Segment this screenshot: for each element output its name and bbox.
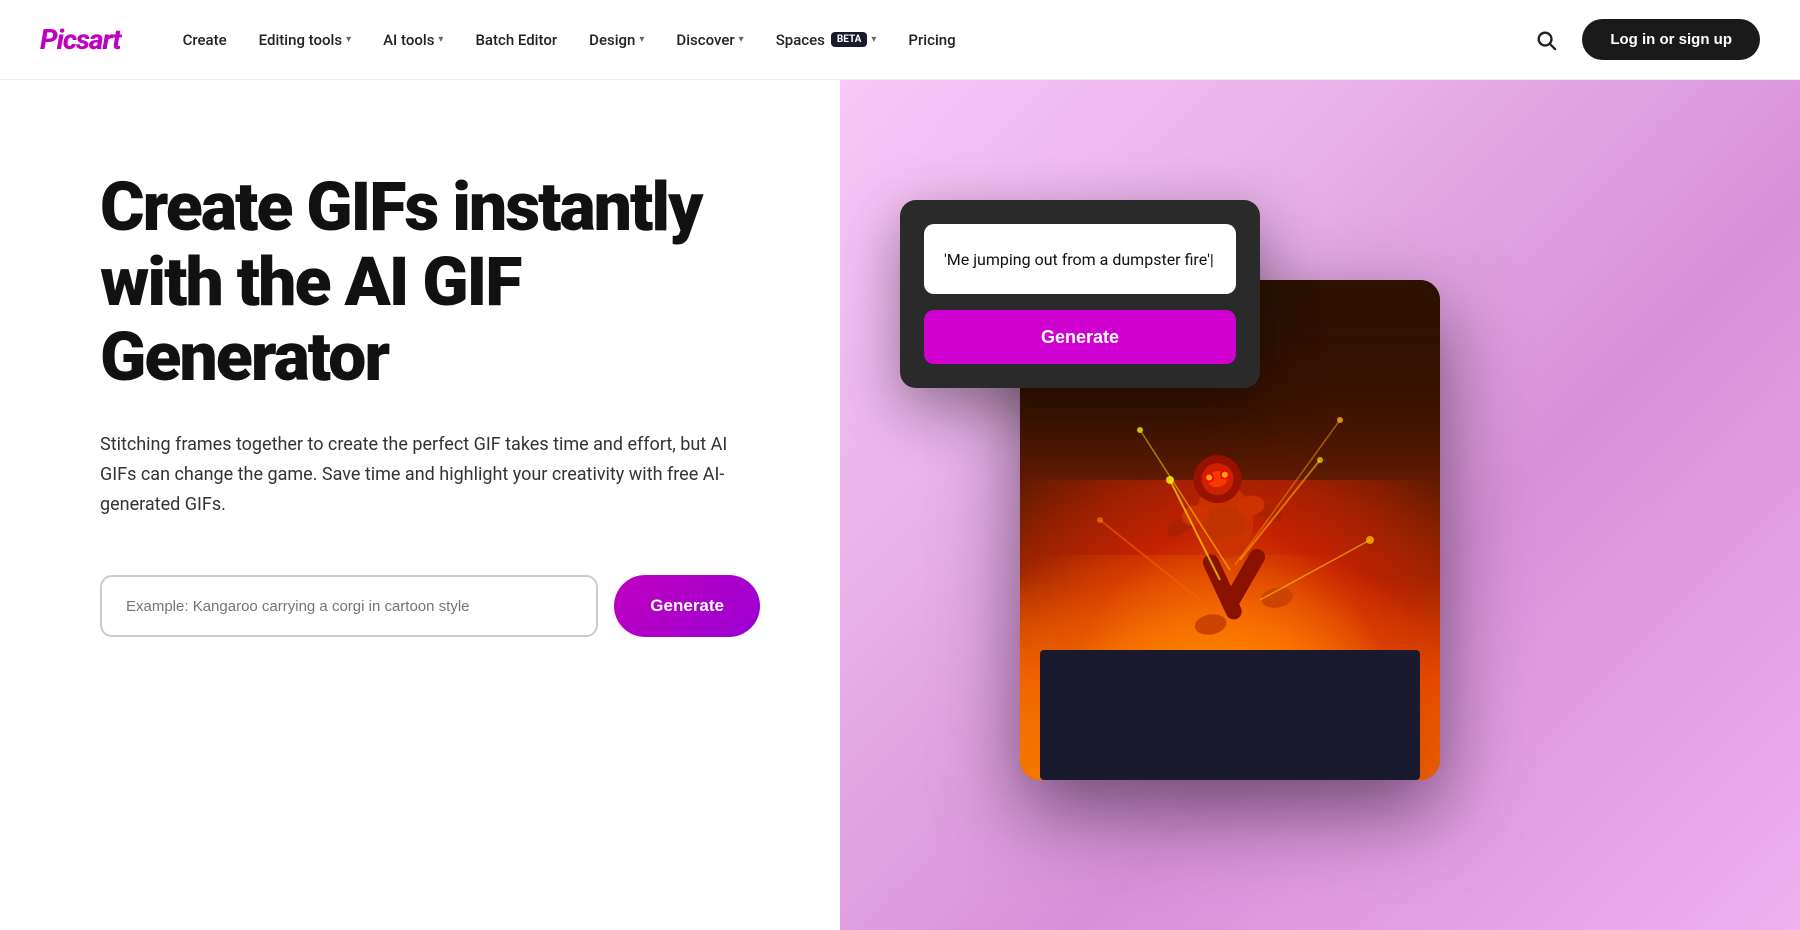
navbar: Picsart Create Editing tools ▾ AI tools … (0, 0, 1800, 80)
chevron-down-icon: ▾ (438, 34, 443, 45)
nav-links: Create Editing tools ▾ AI tools ▾ Batch … (169, 23, 1527, 57)
generate-form: Generate (100, 575, 760, 637)
chevron-down-icon: ▾ (871, 34, 876, 45)
chevron-down-icon: ▾ (639, 34, 644, 45)
nav-discover[interactable]: Discover ▾ (662, 23, 757, 57)
hero-section: Create GIFs instantly with the AI GIF Ge… (0, 80, 840, 930)
ai-prompt-card: 'Me jumping out from a dumpster fire'| G… (900, 200, 1260, 388)
prompt-input[interactable] (100, 575, 598, 637)
ai-prompt-text: 'Me jumping out from a dumpster fire'| (924, 224, 1236, 294)
beta-badge: BETA (831, 32, 868, 47)
search-button[interactable] (1526, 20, 1566, 60)
nav-spaces[interactable]: Spaces BETA ▾ (762, 23, 891, 57)
chevron-down-icon: ▾ (739, 34, 744, 45)
generate-button[interactable]: Generate (614, 575, 760, 637)
hero-visual: 'Me jumping out from a dumpster fire'| G… (840, 80, 1800, 930)
main-content: Create GIFs instantly with the AI GIF Ge… (0, 80, 1800, 930)
login-button[interactable]: Log in or sign up (1582, 19, 1760, 60)
logo[interactable]: Picsart (40, 23, 121, 56)
hero-title: Create GIFs instantly with the AI GIF Ge… (100, 170, 760, 394)
search-icon (1535, 29, 1557, 51)
chevron-down-icon: ▾ (346, 34, 351, 45)
nav-pricing[interactable]: Pricing (894, 23, 969, 57)
nav-design[interactable]: Design ▾ (575, 23, 658, 57)
nav-editing-tools[interactable]: Editing tools ▾ (245, 23, 365, 57)
nav-batch-editor[interactable]: Batch Editor (461, 23, 571, 57)
ai-generate-button[interactable]: Generate (924, 310, 1236, 364)
container-box (1040, 650, 1420, 780)
nav-right: Log in or sign up (1526, 19, 1760, 60)
hero-description: Stitching frames together to create the … (100, 430, 740, 519)
nav-create[interactable]: Create (169, 23, 241, 57)
nav-ai-tools[interactable]: AI tools ▾ (369, 23, 457, 57)
